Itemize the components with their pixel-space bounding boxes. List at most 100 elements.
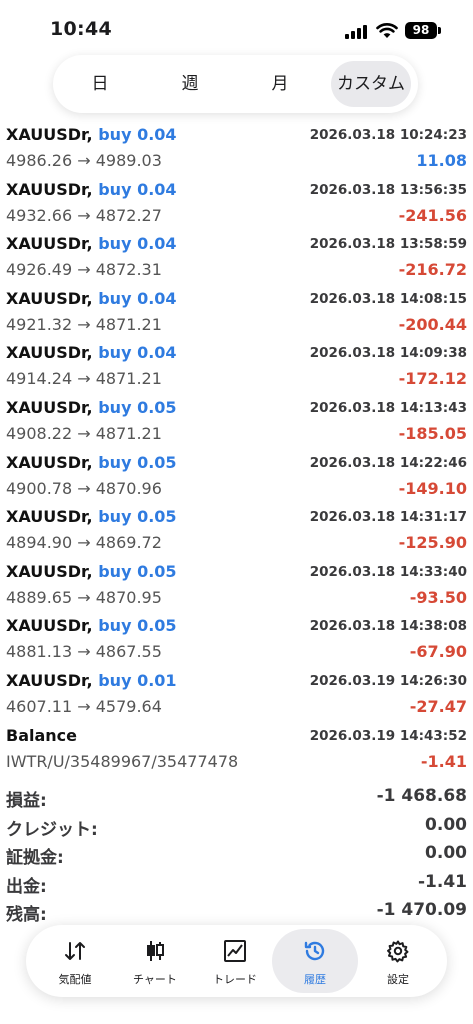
trade-side: buy 0.04 <box>98 179 177 199</box>
trade-profit: -27.47 <box>409 696 467 716</box>
trade-side: buy 0.05 <box>98 397 177 417</box>
summary-row-withdrawal: 出金: -1.41 <box>0 870 473 899</box>
trade-row[interactable]: XAUUSDr, buy 0.05 2026.03.18 14:22:46 49… <box>0 452 473 507</box>
trade-datetime: 2026.03.18 13:58:59 <box>309 236 467 253</box>
cellular-signal-icon <box>345 25 369 39</box>
summary-value: 0.00 <box>425 814 467 835</box>
trade-row[interactable]: XAUUSDr, buy 0.04 2026.03.18 14:09:38 49… <box>0 342 473 397</box>
trade-profit: -149.10 <box>398 478 467 498</box>
balance-row[interactable]: Balance 2026.03.19 14:43:52 IWTR/U/35489… <box>0 725 473 780</box>
summary-label: 証拠金: <box>6 848 64 868</box>
nav-label: チャート <box>133 973 177 986</box>
trade-datetime: 2026.03.19 14:26:30 <box>309 672 467 689</box>
trade-prices: 4889.65 → 4870.95 <box>6 587 162 607</box>
trade-symbol: XAUUSDr, buy 0.04 <box>6 343 177 363</box>
trade-chart-icon <box>224 940 246 962</box>
trade-symbol: XAUUSDr, buy 0.04 <box>6 125 177 144</box>
tab-week[interactable]: 週 <box>151 61 229 107</box>
trade-symbol: XAUUSDr, buy 0.05 <box>6 616 177 636</box>
trade-prices: 4607.11 → 4579.64 <box>6 696 162 716</box>
trade-profit: -93.50 <box>409 587 467 607</box>
trade-profit: -125.90 <box>398 533 467 553</box>
trade-datetime: 2026.03.19 14:43:52 <box>309 727 467 744</box>
trade-datetime: 2026.03.18 14:22:46 <box>309 454 467 471</box>
nav-quotes[interactable]: 気配値 <box>36 925 114 997</box>
trade-datetime: 2026.03.18 13:56:35 <box>309 181 467 198</box>
period-tabs: 日 週 月 カスタム <box>53 55 418 113</box>
nav-label: 履歴 <box>304 973 326 986</box>
trade-row[interactable]: XAUUSDr, buy 0.05 2026.03.18 14:13:43 49… <box>0 397 473 452</box>
summary-label: クレジット: <box>6 819 98 840</box>
trade-prices: 4921.32 → 4871.21 <box>6 314 162 334</box>
trade-row[interactable]: XAUUSDr, buy 0.04 2026.03.18 13:56:35 49… <box>0 179 473 234</box>
nav-trade[interactable]: トレード <box>196 925 274 997</box>
trade-symbol: XAUUSDr, buy 0.05 <box>6 397 177 417</box>
balance-comment: IWTR/U/35489967/35477478 <box>6 751 239 771</box>
tab-custom[interactable]: カスタム <box>331 61 411 107</box>
trade-profit: -216.72 <box>398 260 467 280</box>
nav-label: トレード <box>213 973 257 986</box>
trade-side: buy 0.04 <box>98 125 177 144</box>
nav-chart[interactable]: チャート <box>116 925 194 997</box>
bottom-nav: 気配値 チャート トレード 履歴 設定 <box>26 925 447 997</box>
trade-row[interactable]: XAUUSDr, buy 0.04 2026.03.18 14:08:15 49… <box>0 288 473 343</box>
trade-prices: 4914.24 → 4871.21 <box>6 369 162 389</box>
trade-row[interactable]: XAUUSDr, buy 0.01 2026.03.19 14:26:30 46… <box>0 670 473 725</box>
trade-symbol: XAUUSDr, buy 0.04 <box>6 234 177 254</box>
trade-prices: 4908.22 → 4871.21 <box>6 423 162 443</box>
wifi-icon <box>376 23 398 38</box>
summary-label: 残高: <box>6 905 47 925</box>
trade-datetime: 2026.03.18 14:09:38 <box>309 345 467 362</box>
summary-value: -1 468.68 <box>376 786 467 806</box>
trade-datetime: 2026.03.18 14:13:43 <box>309 399 467 416</box>
trade-row[interactable]: XAUUSDr, buy 0.05 2026.03.18 14:38:08 48… <box>0 615 473 670</box>
trade-prices: 4932.66 → 4872.27 <box>6 205 162 225</box>
trade-prices: 4894.90 → 4869.72 <box>6 533 162 553</box>
trade-prices: 4926.49 → 4872.31 <box>6 260 162 280</box>
trade-symbol: XAUUSDr, buy 0.04 <box>6 288 177 308</box>
trade-profit: -67.90 <box>409 642 467 662</box>
trade-side: buy 0.04 <box>98 288 177 308</box>
trade-profit: -1.41 <box>420 751 467 771</box>
trade-side: buy 0.05 <box>98 561 177 581</box>
candlestick-icon <box>147 941 164 961</box>
trade-side: buy 0.05 <box>98 616 177 636</box>
tab-month[interactable]: 月 <box>241 61 319 107</box>
summary-label: 出金: <box>6 876 47 897</box>
trade-datetime: 2026.03.18 14:38:08 <box>309 618 467 635</box>
trade-side: buy 0.05 <box>98 507 177 527</box>
trade-row[interactable]: XAUUSDr, buy 0.05 2026.03.18 14:33:40 48… <box>0 561 473 616</box>
trade-row[interactable]: XAUUSDr, buy 0.05 2026.03.18 14:31:17 48… <box>0 506 473 561</box>
trade-datetime: 2026.03.18 10:24:23 <box>309 127 467 143</box>
battery-icon: 98 <box>405 22 437 39</box>
trade-profit: 11.08 <box>416 151 467 170</box>
trade-side: buy 0.05 <box>98 452 177 472</box>
trade-history-list: XAUUSDr, buy 0.04 2026.03.18 10:24:23 49… <box>0 124 473 779</box>
trade-symbol: XAUUSDr, buy 0.04 <box>6 179 177 199</box>
history-icon <box>304 941 325 961</box>
summary-label: 損益: <box>6 791 47 811</box>
trade-symbol: XAUUSDr, buy 0.05 <box>6 561 177 581</box>
balance-label: Balance <box>6 725 77 745</box>
trade-symbol: XAUUSDr, buy 0.05 <box>6 507 177 527</box>
trade-side: buy 0.04 <box>98 234 177 254</box>
trade-row[interactable]: XAUUSDr, buy 0.04 2026.03.18 10:24:23 49… <box>0 124 473 179</box>
trade-symbol: XAUUSDr, buy 0.05 <box>6 452 177 472</box>
summary-value: -1.41 <box>418 871 467 892</box>
trade-datetime: 2026.03.18 14:08:15 <box>309 290 467 307</box>
quotes-icon <box>65 942 85 960</box>
tab-day[interactable]: 日 <box>61 61 139 107</box>
status-time: 10:44 <box>50 18 112 40</box>
trade-datetime: 2026.03.18 14:31:17 <box>309 509 467 526</box>
trade-symbol: XAUUSDr, buy 0.01 <box>6 670 177 690</box>
settings-gear-icon <box>387 940 409 963</box>
trade-row[interactable]: XAUUSDr, buy 0.04 2026.03.18 13:58:59 49… <box>0 233 473 288</box>
nav-history[interactable]: 履歴 <box>272 929 358 993</box>
summary-value: 0.00 <box>425 843 467 863</box>
nav-label: 設定 <box>387 973 409 986</box>
summary-row-deposit: 証拠金: 0.00 <box>0 841 473 870</box>
summary-value: -1 470.09 <box>376 900 467 920</box>
summary-row-balance: 残高: -1 470.09 <box>0 898 473 927</box>
nav-settings[interactable]: 設定 <box>359 925 437 997</box>
trade-side: buy 0.01 <box>98 670 177 690</box>
